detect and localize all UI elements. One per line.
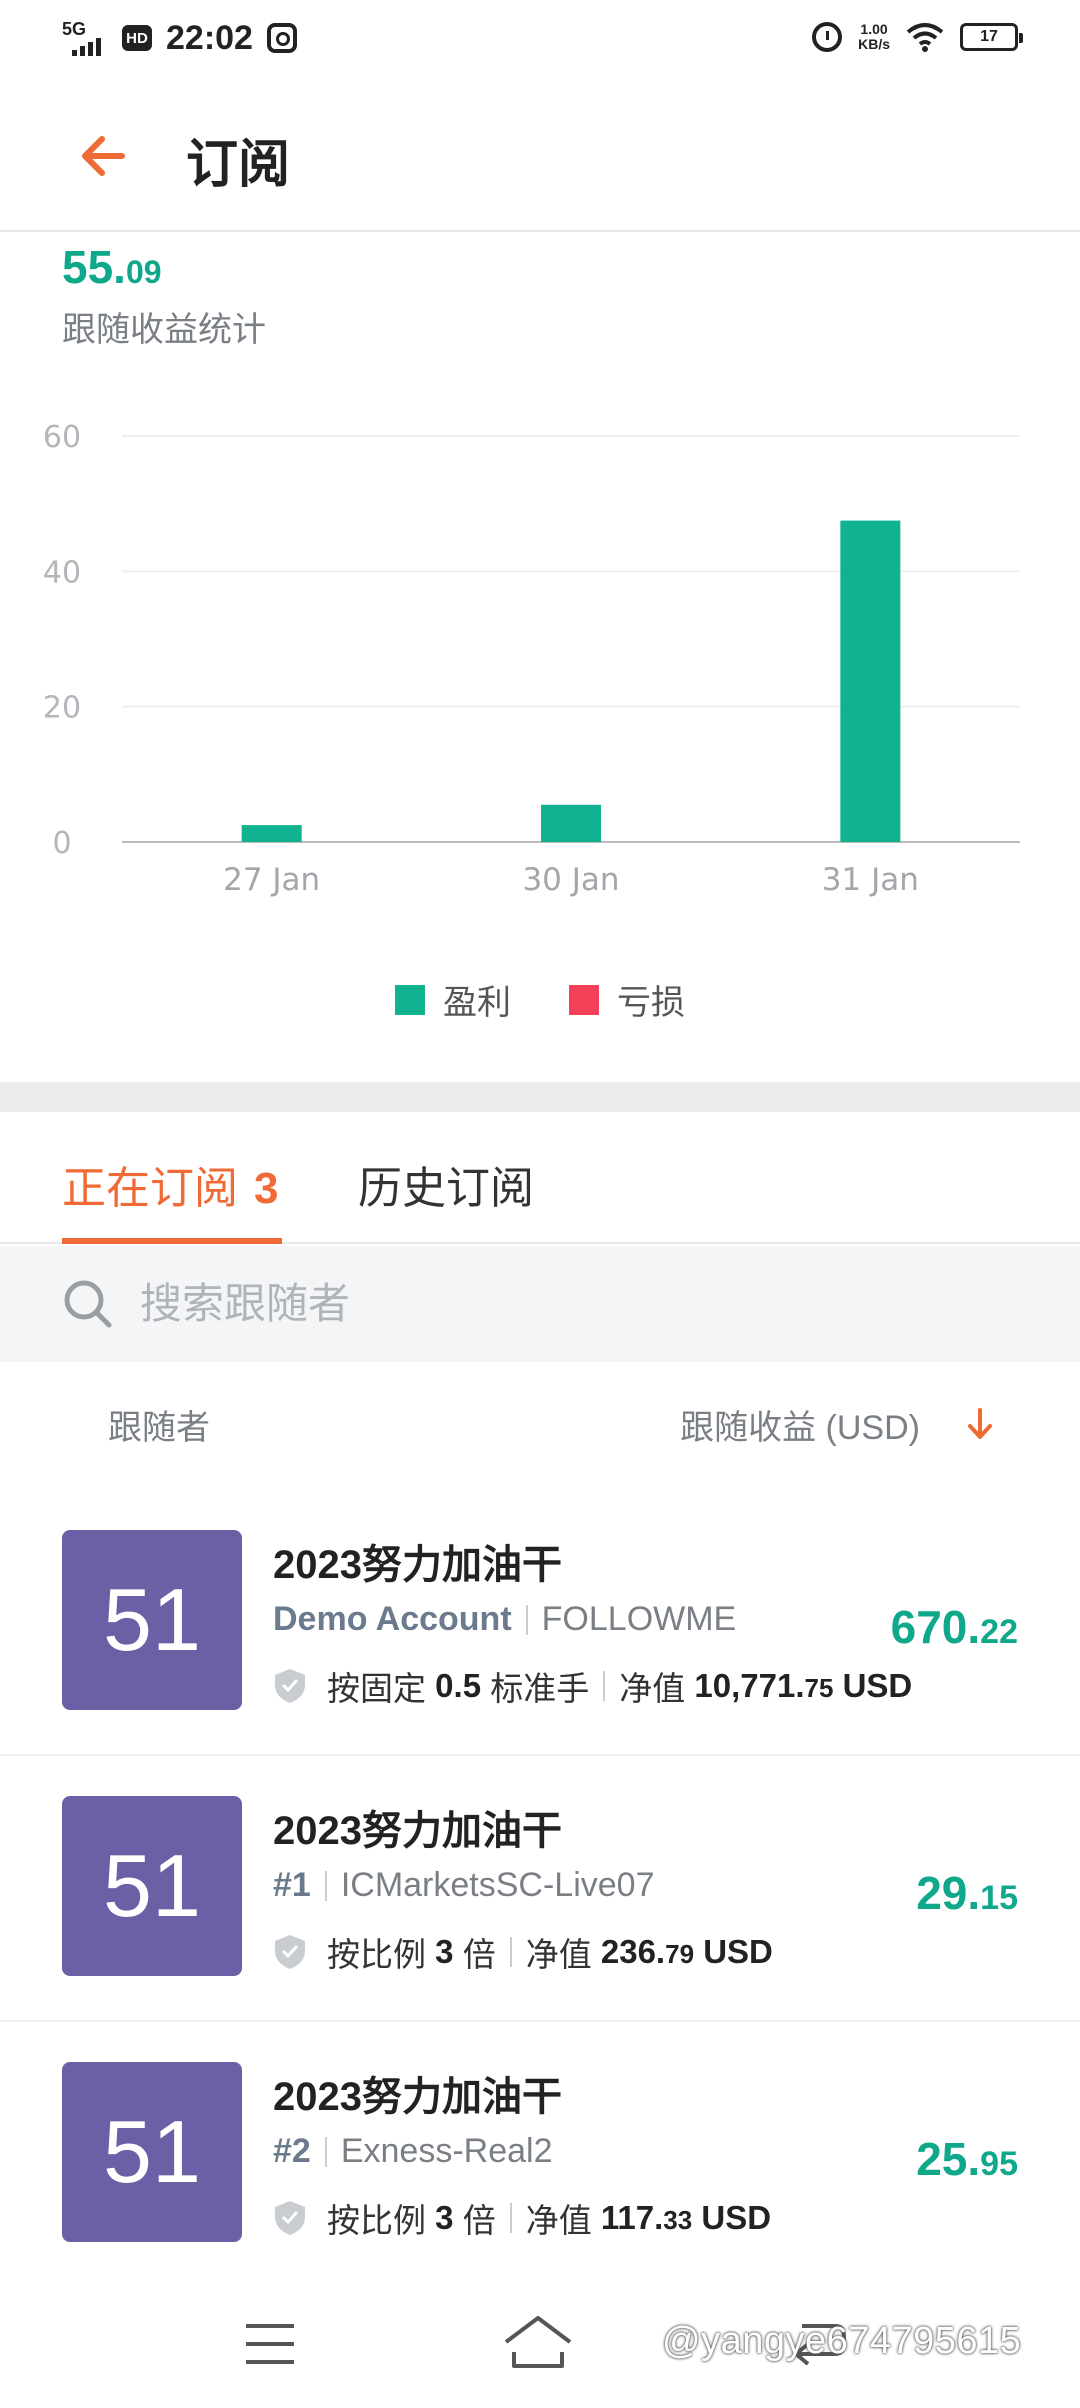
bar-profit (840, 520, 901, 842)
total-profit-label: 跟随收益统计 (62, 311, 266, 349)
copy-mode: 按固定 0.5 标准手 净值 10,771.75 USD (273, 1662, 912, 1710)
tab-history-subscriptions[interactable]: 历史订阅 (358, 1152, 534, 1216)
account-info: #2 Exness-Real2 (273, 2132, 552, 2171)
account-name: Demo Account (273, 1600, 512, 1638)
legend-label-loss: 亏损 (617, 984, 685, 1022)
follower-name: 2023努力加油干 (273, 2075, 562, 2119)
active-tab-indicator (62, 1238, 282, 1244)
follower-name: 2023努力加油干 (273, 1543, 562, 1587)
separator (525, 1604, 528, 1635)
shield-icon (275, 1669, 305, 1703)
list-column-header: 跟随者 跟随收益 (USD) (0, 1400, 1080, 1460)
signal-icon: 5G (62, 18, 108, 58)
column-profit-sort[interactable]: 跟随收益 (USD) (680, 1400, 920, 1449)
legend-swatch-profit (395, 984, 425, 1015)
separator (509, 1937, 512, 1967)
avatar: 51 (62, 2062, 242, 2242)
x-tick-label: 30 Jan (522, 862, 619, 898)
home-icon[interactable] (502, 2312, 574, 2372)
follower-name: 2023努力加油干 (273, 1809, 562, 1853)
status-bar: 5G HD 22:02 1.00 KB/s 17 (0, 0, 1080, 80)
follower-list: 51 2023努力加油干 Demo Account FOLLOWME 按固定 0… (0, 1490, 1080, 2288)
copy-mode: 按比例 3 倍 净值 117.33 USD (273, 2194, 771, 2242)
arrow-left-icon[interactable] (72, 124, 136, 188)
page-title: 订阅 (186, 136, 291, 194)
search-input[interactable] (140, 1276, 1020, 1332)
battery-icon: 17 (960, 23, 1023, 51)
alarm-icon (812, 22, 843, 52)
broker-server: ICMarketsSC-Live07 (340, 1866, 655, 1904)
follower-row[interactable]: 51 2023努力加油干 #1 ICMarketsSC-Live07 按比例 3… (0, 1756, 1080, 2022)
hd-icon: HD (122, 25, 152, 51)
subscription-tabs: 正在订阅 3 历史订阅 (0, 1112, 1080, 1244)
follower-profit: 25.95 (916, 2133, 1018, 2185)
broker-server: FOLLOWME (541, 1600, 737, 1638)
bar-profit (241, 825, 302, 842)
equity-value: 10,771.75 (694, 1667, 834, 1704)
tab-current-subscriptions[interactable]: 正在订阅 3 (62, 1152, 278, 1216)
follower-profit: 29.15 (916, 1867, 1018, 1919)
instagram-icon (266, 23, 297, 53)
search-bar (0, 1246, 1080, 1362)
app-header: 订阅 (0, 80, 1080, 232)
watermark-text: @yangye674795615 (662, 2320, 1022, 2362)
bar-profit (541, 804, 601, 842)
account-info: #1 ICMarketsSC-Live07 (273, 1866, 654, 1905)
equity-value: 236.79 (600, 1933, 695, 1970)
profit-bar-chart: 0 20 40 60 27 Jan 30 Jan 31 Jan (43, 420, 1020, 898)
follower-row[interactable]: 51 2023努力加油干 Demo Account FOLLOWME 按固定 0… (0, 1490, 1080, 1756)
legend-label-profit: 盈利 (443, 984, 511, 1022)
separator (603, 1671, 606, 1701)
menu-icon[interactable] (244, 2320, 296, 2368)
shield-icon (275, 2201, 305, 2235)
column-follower: 跟随者 (108, 1409, 210, 1447)
legend-swatch-loss (569, 984, 599, 1015)
y-tick-label: 60 (43, 420, 81, 455)
account-info: Demo Account FOLLOWME (273, 1600, 736, 1639)
section-divider (0, 1082, 1080, 1112)
equity-value: 117.33 (600, 2199, 693, 2236)
legend-item-profit[interactable]: 盈利 (395, 975, 511, 1024)
copy-mode: 按比例 3 倍 净值 236.79 USD (273, 1928, 773, 1976)
tab-count-badge: 3 (254, 1164, 279, 1213)
network-type: 5G (62, 19, 87, 39)
sort-desc-icon[interactable] (962, 1404, 998, 1444)
avatar: 51 (62, 1530, 242, 1710)
total-profit-value: 55.09 (62, 241, 162, 293)
chart-legend: 盈利 亏损 (0, 975, 1080, 1024)
network-speed: 1.00 KB/s (858, 21, 890, 52)
wifi-icon (906, 23, 944, 52)
broker-server: Exness-Real2 (340, 2132, 553, 2170)
legend-item-loss[interactable]: 亏损 (569, 975, 685, 1024)
y-tick-label: 20 (43, 691, 81, 726)
clock: 22:02 (166, 18, 253, 57)
x-tick-label: 27 Jan (223, 862, 320, 898)
shield-icon (275, 1935, 305, 1969)
follower-profit: 670.22 (890, 1601, 1018, 1653)
search-icon (64, 1280, 112, 1328)
avatar: 51 (62, 1796, 242, 1976)
account-name: #2 (273, 2132, 311, 2170)
x-tick-label: 31 Jan (822, 862, 919, 898)
follower-row[interactable]: 51 2023努力加油干 #2 Exness-Real2 按比例 3 倍 净值 … (0, 2022, 1080, 2288)
separator (324, 2136, 327, 2167)
y-tick-label: 40 (43, 555, 81, 590)
account-name: #1 (273, 1866, 311, 1904)
separator (324, 1870, 327, 1901)
status-right: 1.00 KB/s 17 (812, 21, 1023, 52)
status-left: 5G HD 22:02 (62, 18, 297, 58)
y-tick-label: 0 (52, 826, 71, 861)
separator (509, 2203, 512, 2233)
